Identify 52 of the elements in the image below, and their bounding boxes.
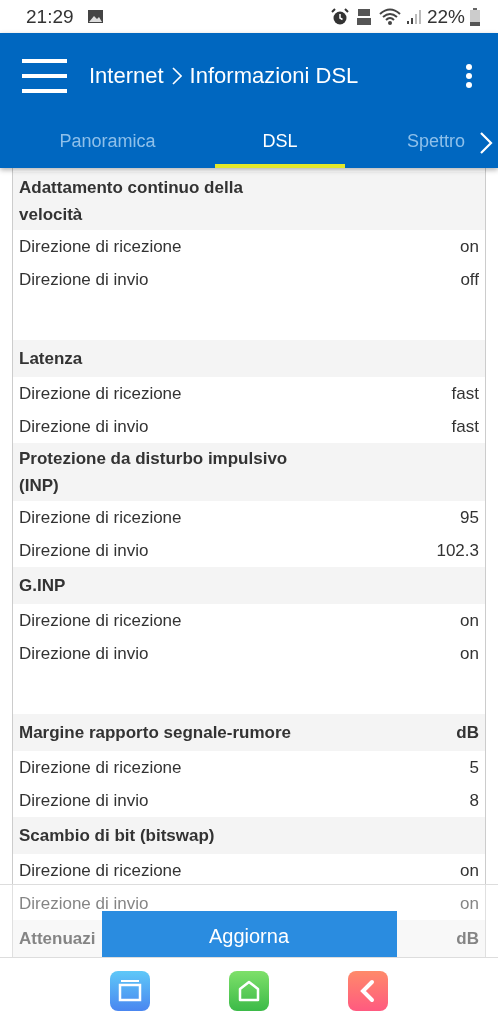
- row-label: Direzione di invio: [19, 540, 149, 561]
- row-label: Direzione di ricezione: [19, 860, 182, 881]
- row-label: Direzione di ricezione: [19, 507, 182, 528]
- tab[interactable]: Panoramica: [10, 118, 205, 168]
- row-value: 5: [469, 757, 479, 778]
- signal-icon: [405, 8, 422, 25]
- row-label: Direzione di invio: [19, 893, 149, 914]
- section-title: Latenza: [19, 348, 83, 370]
- row-value: 95: [460, 507, 479, 528]
- row-value: 8: [469, 790, 479, 811]
- section-title: Scambio di bit (bitswap): [19, 825, 215, 847]
- row-label: Direzione di invio: [19, 643, 149, 664]
- battery-percent: 22%: [426, 5, 465, 28]
- row-value: on: [460, 893, 479, 914]
- row-value: off: [460, 269, 479, 290]
- section-title: G.INP: [19, 575, 66, 597]
- unit-label: dB: [456, 722, 479, 743]
- row-label: Direzione di ricezione: [19, 236, 182, 257]
- row-label: Direzione di ricezione: [19, 383, 182, 404]
- image-icon: [86, 9, 104, 24]
- section-title: Protezione da disturbo impulsivo (INP): [19, 448, 289, 497]
- row-value: on: [460, 860, 479, 881]
- unit-label: dB: [456, 928, 479, 949]
- row-label: Direzione di ricezione: [19, 757, 182, 778]
- row-label: Direzione di ricezione: [19, 610, 182, 631]
- window-icon[interactable]: [109, 971, 150, 1011]
- row-value: on: [460, 236, 479, 257]
- row-value: fast: [451, 383, 479, 404]
- tab[interactable]: DSL: [215, 118, 345, 168]
- row-value: 102.3: [436, 540, 479, 561]
- row-label: Direzione di invio: [19, 790, 149, 811]
- section-title: Margine rapporto segnale-rumore: [19, 722, 292, 744]
- row-label: Direzione di invio: [19, 416, 149, 437]
- row-value: fast: [451, 416, 479, 437]
- more-icon[interactable]: [465, 63, 473, 88]
- wifi-icon: [378, 7, 401, 26]
- back-icon[interactable]: [348, 971, 389, 1011]
- row-label: Direzione di invio: [19, 269, 149, 290]
- row-value: on: [460, 643, 479, 664]
- breadcrumb-item: Informazioni DSL: [189, 62, 359, 89]
- tab[interactable]: Spettro: [355, 118, 465, 168]
- breadcrumb-item[interactable]: Internet: [89, 62, 164, 89]
- row-value: on: [460, 610, 479, 631]
- menu-icon[interactable]: [22, 58, 67, 93]
- chevron-right-icon[interactable]: [479, 131, 493, 155]
- alarm-icon: [330, 7, 349, 26]
- refresh-button[interactable]: Aggiorna: [101, 911, 397, 957]
- battery-icon: [470, 7, 480, 26]
- status-time: 21:29: [26, 5, 74, 28]
- section-title: Adattamento continuo della velocità: [19, 177, 244, 226]
- section-title: Attenuazi: [19, 928, 96, 950]
- chevron-icon: [171, 66, 182, 85]
